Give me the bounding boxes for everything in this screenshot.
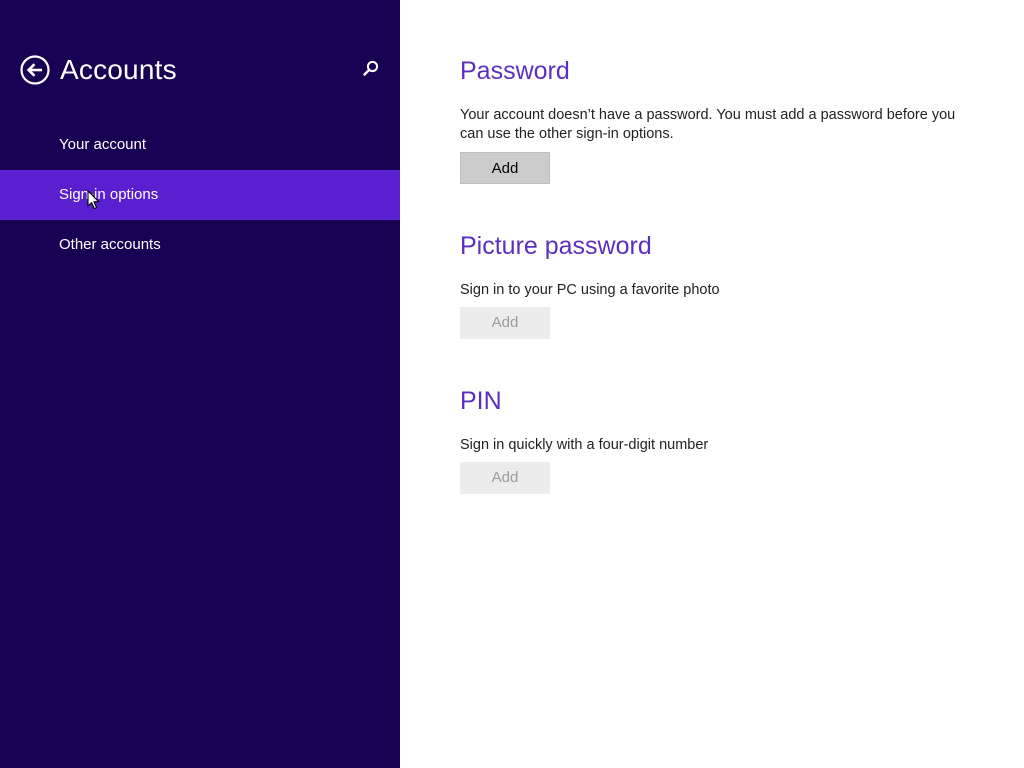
nav-item-sign-in-options[interactable]: Sign-in options xyxy=(0,170,400,220)
pin-title: PIN xyxy=(460,387,502,415)
picture-password-section: Picture password Sign in to your PC usin… xyxy=(460,231,960,339)
nav-item-your-account[interactable]: Your account xyxy=(0,120,400,170)
page-title: Accounts xyxy=(60,54,177,85)
password-title: Password xyxy=(460,57,570,85)
password-description: Your account doesn’t have a password. Yo… xyxy=(460,107,956,142)
picture-password-description: Sign in to your PC using a favorite phot… xyxy=(460,282,720,298)
pin-description: Sign in quickly with a four-digit number xyxy=(460,437,709,453)
add-pin-button[interactable]: Add xyxy=(460,462,550,494)
back-arrow-icon[interactable] xyxy=(20,55,50,85)
settings-window: Accounts Your account Sign-in options Ot… xyxy=(0,0,1024,768)
pin-section: PIN Sign in quickly with a four-digit nu… xyxy=(460,386,960,494)
nav-item-other-accounts[interactable]: Other accounts xyxy=(0,220,400,270)
search-icon[interactable] xyxy=(361,59,381,79)
content-pane: Password Your account doesn’t have a pas… xyxy=(400,0,1024,768)
password-section: Password Your account doesn’t have a pas… xyxy=(460,56,960,184)
nav-item-label: Sign-in options xyxy=(59,186,159,203)
nav-header: Accounts xyxy=(0,50,400,92)
picture-password-title: Picture password xyxy=(460,232,652,260)
nav-pane: Accounts Your account Sign-in options Ot… xyxy=(0,0,400,768)
add-password-button[interactable]: Add xyxy=(460,152,550,184)
nav-item-label: Your account xyxy=(59,136,147,153)
add-picture-password-button[interactable]: Add xyxy=(460,307,550,339)
nav-list: Your account Sign-in options Other accou… xyxy=(0,120,400,270)
nav-item-label: Other accounts xyxy=(59,236,161,253)
